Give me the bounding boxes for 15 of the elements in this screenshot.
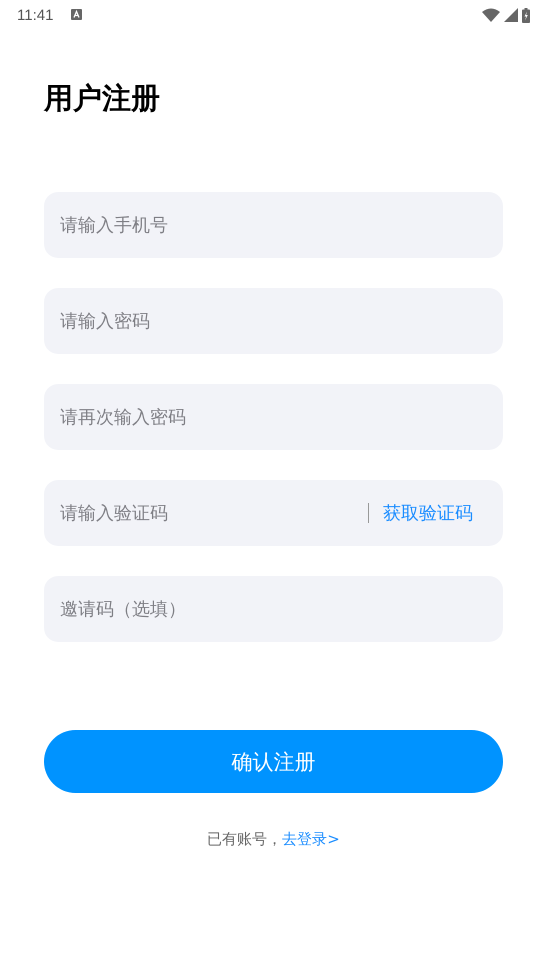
footer-text: 已有账号， bbox=[207, 830, 282, 848]
login-link[interactable]: 去登录> bbox=[282, 830, 340, 848]
get-code-link[interactable]: 获取验证码 bbox=[383, 501, 473, 525]
input-field[interactable]: 请输入密码 bbox=[44, 288, 503, 354]
status-time: 11:41 bbox=[17, 6, 54, 24]
notification-icon bbox=[71, 9, 82, 20]
battery-icon bbox=[522, 8, 530, 22]
input-field[interactable]: 邀请码（选填） bbox=[44, 576, 503, 642]
input-field[interactable]: 请输入手机号 bbox=[44, 192, 503, 258]
page-title: 用户注册 bbox=[44, 80, 161, 116]
input-field[interactable]: 请输入验证码 获取验证码 bbox=[44, 480, 503, 546]
input-field[interactable]: 请再次输入密码 bbox=[44, 384, 503, 450]
register-button[interactable]: 确认注册 bbox=[44, 730, 503, 793]
signal-icon bbox=[504, 8, 518, 22]
wifi-icon bbox=[482, 8, 500, 22]
